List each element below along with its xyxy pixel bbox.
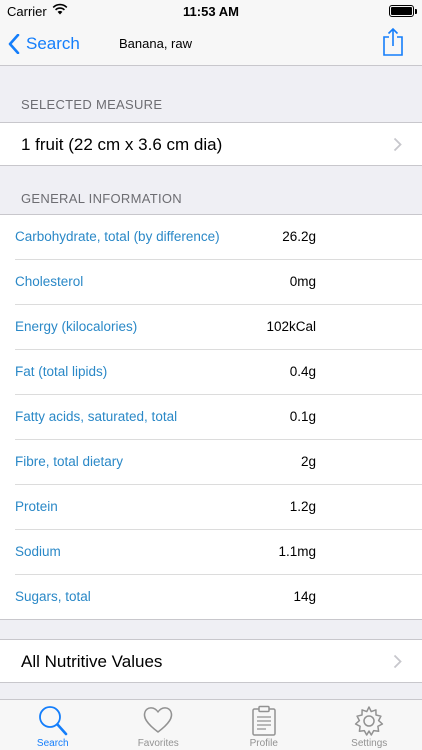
nutrient-name: Protein — [15, 499, 58, 514]
clipboard-icon — [252, 705, 276, 736]
page-title: Banana, raw — [119, 36, 192, 51]
tab-settings[interactable]: Settings — [317, 700, 422, 750]
back-button-label: Search — [26, 34, 80, 53]
table-row[interactable]: Cholesterol 0mg — [0, 260, 422, 305]
tab-search-label: Search — [36, 738, 69, 749]
tab-profile-label: Profile — [249, 738, 278, 749]
tab-bar: Search Favorites Profile Settings — [0, 699, 422, 750]
general-information-list: Carbohydrate, total (by difference) 26.2… — [0, 214, 422, 620]
all-nutritive-values-cell[interactable]: All Nutritive Values — [0, 639, 422, 683]
tab-profile[interactable]: Profile — [211, 700, 317, 750]
gear-icon — [355, 706, 384, 736]
table-row[interactable]: Energy (kilocalories) 102kCal — [0, 305, 422, 350]
nutrient-name: Sodium — [15, 544, 61, 559]
table-row[interactable]: Protein 1.2g — [0, 485, 422, 530]
chevron-right-icon — [393, 137, 402, 152]
search-icon — [38, 706, 68, 736]
nutrient-name: Fat (total lipids) — [15, 364, 108, 379]
tab-search[interactable]: Search — [0, 700, 106, 750]
table-row[interactable]: Sodium 1.1mg — [0, 530, 422, 575]
nutrient-value: 26.2g — [282, 229, 316, 244]
nutrient-name: Energy (kilocalories) — [15, 319, 138, 334]
tab-favorites-label: Favorites — [137, 738, 179, 749]
nutrient-value: 102kCal — [266, 319, 316, 334]
navigation-bar: Search Banana, raw — [0, 22, 422, 66]
back-button[interactable]: Search — [8, 30, 80, 58]
battery-icon — [389, 5, 417, 17]
table-row[interactable]: Fat (total lipids) 0.4g — [0, 350, 422, 395]
nutrient-value: 1.1mg — [278, 544, 316, 559]
nutrient-value: 0mg — [289, 274, 316, 289]
nutrient-value: 2g — [300, 454, 316, 469]
section-header-general-information: GENERAL INFORMATION — [21, 191, 182, 206]
tab-settings-label: Settings — [351, 738, 388, 749]
section-header-selected-measure: SELECTED MEASURE — [21, 97, 163, 112]
chevron-left-icon — [8, 34, 20, 54]
table-row[interactable]: Carbohydrate, total (by difference) 26.2… — [0, 215, 422, 260]
share-icon — [383, 27, 403, 56]
share-button[interactable] — [382, 27, 404, 62]
tab-favorites[interactable]: Favorites — [106, 700, 212, 750]
chevron-right-icon — [393, 654, 402, 669]
nutrient-name: Fibre, total dietary — [15, 454, 124, 469]
selected-measure-value: 1 fruit (22 cm x 3.6 cm dia) — [21, 135, 223, 154]
nutrient-name: Sugars, total — [15, 589, 91, 604]
nutrient-value: 1.2g — [289, 499, 316, 514]
status-bar: Carrier 11:53 AM — [0, 0, 422, 22]
table-row[interactable]: Fatty acids, saturated, total 0.1g — [0, 395, 422, 440]
clock: 11:53 AM — [183, 4, 239, 19]
heart-icon — [143, 707, 173, 733]
nutrient-name: Fatty acids, saturated, total — [15, 409, 178, 424]
nutrient-value: 0.4g — [289, 364, 316, 379]
all-nutritive-values-label: All Nutritive Values — [21, 652, 163, 671]
table-row[interactable]: Sugars, total 14g — [0, 575, 422, 620]
selected-measure-cell[interactable]: 1 fruit (22 cm x 3.6 cm dia) — [0, 122, 422, 166]
nutrient-name: Cholesterol — [15, 274, 84, 289]
table-row[interactable]: Fibre, total dietary 2g — [0, 440, 422, 485]
nutrient-value: 0.1g — [289, 409, 316, 424]
nutrient-name: Carbohydrate, total (by difference) — [15, 229, 220, 244]
nutrient-value: 14g — [293, 589, 316, 604]
